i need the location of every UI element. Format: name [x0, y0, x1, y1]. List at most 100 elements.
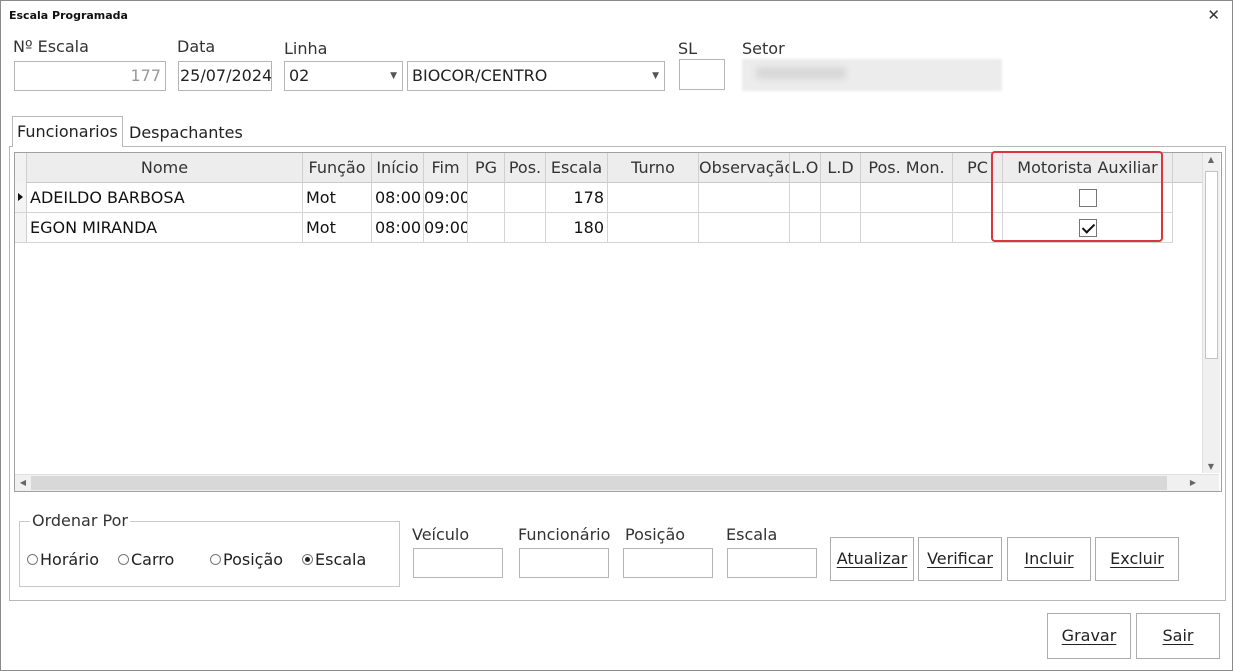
tab-despachantes[interactable]: Despachantes [125, 118, 247, 148]
col-ld[interactable]: L.D [821, 153, 861, 183]
vertical-scrollbar[interactable]: ▲ ▼ [1202, 153, 1220, 473]
veiculo-label: Veículo [412, 525, 470, 544]
cell-pos-mon[interactable] [861, 183, 953, 213]
col-turno[interactable]: Turno [608, 153, 699, 183]
cell-ld[interactable] [821, 213, 861, 243]
scroll-down-icon[interactable]: ▼ [1203, 462, 1219, 471]
funcionario-field[interactable] [519, 548, 609, 578]
table-row[interactable]: ADEILDO BARBOSA Mot 08:00 09:00 178 [15, 183, 1173, 213]
chevron-down-icon: ▼ [390, 71, 397, 81]
horizontal-scrollbar[interactable]: ◀ ▶ [15, 474, 1219, 491]
tab-funcionarios[interactable]: Funcionarios [12, 116, 123, 147]
row-selector[interactable] [15, 213, 27, 243]
cell-ld[interactable] [821, 183, 861, 213]
col-motorista-auxiliar[interactable]: Motorista Auxiliar [1003, 153, 1173, 183]
linha-description-select[interactable]: BIOCOR/CENTRO ▼ [407, 61, 665, 91]
cell-pc[interactable] [953, 213, 1003, 243]
cell-escala[interactable]: 178 [546, 183, 608, 213]
redacted-text [756, 67, 846, 79]
window-title: Escala Programada [9, 9, 128, 22]
radio-escala-label: Escala [315, 550, 367, 569]
gravar-button[interactable]: Gravar [1047, 613, 1131, 659]
posicao-field[interactable] [623, 548, 713, 578]
radio-posicao[interactable]: Posição [210, 550, 283, 570]
sair-button[interactable]: Sair [1136, 613, 1220, 659]
col-observacao[interactable]: Observação [699, 153, 790, 183]
cell-fim[interactable]: 09:00 [424, 183, 468, 213]
radio-icon [210, 553, 221, 565]
cell-observacao[interactable] [699, 213, 790, 243]
escala-filter-label: Escala [726, 525, 778, 544]
col-pos-mon[interactable]: Pos. Mon. [861, 153, 953, 183]
scroll-up-icon[interactable]: ▲ [1203, 155, 1219, 164]
setor-field-redacted[interactable] [742, 59, 1002, 91]
radio-escala[interactable]: Escala [302, 550, 366, 570]
linha-description-value: BIOCOR/CENTRO [412, 66, 548, 85]
ordenar-por-group: Ordenar Por Horário Carro Posição Escala [19, 511, 400, 587]
radio-icon [118, 553, 129, 565]
cell-inicio[interactable]: 08:00 [372, 213, 424, 243]
data-field[interactable]: 25/07/2024 [178, 61, 272, 91]
row-selector[interactable] [15, 183, 27, 213]
cell-pg[interactable] [468, 213, 505, 243]
cell-nome[interactable]: EGON MIRANDA [27, 213, 303, 243]
escala-filter-field[interactable] [727, 548, 817, 578]
cell-lo[interactable] [790, 213, 821, 243]
close-icon[interactable]: ✕ [1207, 6, 1220, 24]
col-fim[interactable]: Fim [424, 153, 468, 183]
col-pg[interactable]: PG [468, 153, 505, 183]
excluir-button[interactable]: Excluir [1095, 537, 1179, 581]
motorista-auxiliar-checkbox[interactable] [1078, 188, 1097, 207]
vertical-scroll-thumb[interactable] [1205, 171, 1218, 359]
cell-pos[interactable] [505, 213, 546, 243]
data-label: Data [177, 37, 216, 56]
col-inicio[interactable]: Início [372, 153, 424, 183]
cell-observacao[interactable] [699, 183, 790, 213]
cell-lo[interactable] [790, 183, 821, 213]
radio-icon [302, 553, 313, 565]
cell-inicio[interactable]: 08:00 [372, 183, 424, 213]
scroll-right-icon[interactable]: ▶ [1185, 478, 1201, 487]
verificar-button[interactable]: Verificar [918, 537, 1002, 581]
linha-select[interactable]: 02 ▼ [284, 61, 403, 91]
cell-nome[interactable]: ADEILDO BARBOSA [27, 183, 303, 213]
cell-pos-mon[interactable] [861, 213, 953, 243]
cell-pg[interactable] [468, 183, 505, 213]
motorista-auxiliar-checkbox[interactable] [1078, 218, 1097, 237]
scroll-left-icon[interactable]: ◀ [15, 478, 31, 487]
cell-escala[interactable]: 180 [546, 213, 608, 243]
radio-horario[interactable]: Horário [27, 550, 99, 570]
veiculo-field[interactable] [413, 548, 503, 578]
posicao-label: Posição [625, 525, 686, 544]
col-escala[interactable]: Escala [546, 153, 608, 183]
escala-number-field[interactable]: 177 [14, 61, 166, 91]
table-row[interactable]: EGON MIRANDA Mot 08:00 09:00 180 [15, 213, 1173, 243]
radio-horario-label: Horário [40, 550, 100, 569]
escala-number-label: Nº Escala [13, 37, 89, 56]
setor-label: Setor [742, 39, 785, 58]
cell-funcao[interactable]: Mot [303, 213, 372, 243]
current-row-icon [18, 193, 23, 201]
sl-label: SL [678, 39, 698, 58]
incluir-button[interactable]: Incluir [1007, 537, 1091, 581]
cell-turno[interactable] [608, 213, 699, 243]
col-pc[interactable]: PC [953, 153, 1003, 183]
cell-pc[interactable] [953, 183, 1003, 213]
cell-fim[interactable]: 09:00 [424, 213, 468, 243]
cell-funcao[interactable]: Mot [303, 183, 372, 213]
col-funcao[interactable]: Função [303, 153, 372, 183]
atualizar-button[interactable]: Atualizar [830, 537, 914, 581]
radio-carro[interactable]: Carro [118, 550, 174, 570]
col-pos[interactable]: Pos. [505, 153, 546, 183]
cell-pos[interactable] [505, 183, 546, 213]
funcionarios-grid[interactable]: Nome Função Início Fim PG Pos. Escala Tu… [14, 152, 1222, 492]
cell-motorista-auxiliar [1003, 213, 1173, 243]
funcionario-label: Funcionário [518, 525, 611, 544]
horizontal-scroll-thumb[interactable] [31, 476, 1167, 490]
grid-header: Nome Função Início Fim PG Pos. Escala Tu… [15, 153, 1203, 183]
radio-posicao-label: Posição [223, 550, 284, 569]
col-lo[interactable]: L.O [790, 153, 821, 183]
sl-field[interactable] [679, 59, 725, 90]
col-nome[interactable]: Nome [27, 153, 303, 183]
cell-turno[interactable] [608, 183, 699, 213]
